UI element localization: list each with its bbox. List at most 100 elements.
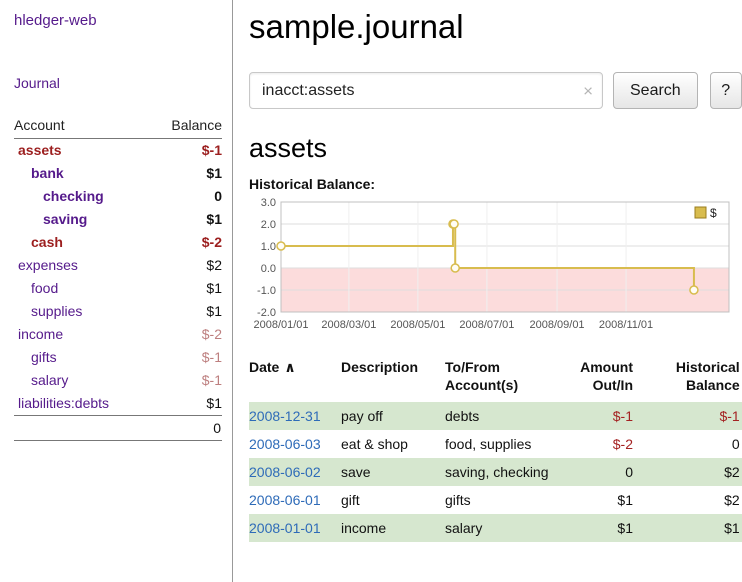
col-amount[interactable]: Amount Out/In [567,358,643,402]
svg-text:-2.0: -2.0 [257,307,276,319]
register-date-cell: 2008-06-03 [249,430,341,458]
account-balance: $-1 [202,369,222,392]
svg-text:-1.0: -1.0 [257,285,276,297]
svg-text:2008/03/01: 2008/03/01 [321,319,376,331]
register-description-cell: eat & shop [341,430,445,458]
app: hledger-web Journal Account Balance asse… [0,0,742,582]
account-heading: assets [249,133,742,164]
account-link[interactable]: supplies [14,300,82,323]
svg-text:2008/11/01: 2008/11/01 [599,319,653,331]
register-description-cell: gift [341,486,445,514]
svg-text:0.0: 0.0 [261,263,276,275]
col-date[interactable]: Date ∧ [249,358,341,402]
register-accounts-cell: saving, checking [445,458,567,486]
register-amount-cell: $1 [567,514,643,542]
search-button[interactable]: Search [613,72,698,109]
register-row: 2008-12-31pay offdebts$-1$-1 [249,402,742,430]
register-date-link[interactable]: 2008-06-02 [249,464,321,480]
register-amount-cell: $-1 [567,402,643,430]
chart-title: Historical Balance: [249,176,742,192]
col-description[interactable]: Description [341,358,445,402]
sidebar: hledger-web Journal Account Balance asse… [0,0,233,582]
svg-text:2008/05/01: 2008/05/01 [390,319,445,331]
account-balance: $1 [206,162,222,185]
register-balance-cell: $1 [643,514,742,542]
search-box: × [249,72,603,109]
register-row: 2008-01-01incomesalary$1$1 [249,514,742,542]
register-date-cell: 2008-06-01 [249,486,341,514]
svg-text:2008/09/01: 2008/09/01 [530,319,585,331]
register-body: 2008-12-31pay offdebts$-1$-12008-06-03ea… [249,402,742,542]
balance-chart: 3.02.01.00.0-1.0-2.02008/01/012008/03/01… [249,198,735,338]
account-row: gifts $-1 [14,346,222,369]
register-amount-cell: 0 [567,458,643,486]
svg-text:2.0: 2.0 [261,219,276,231]
account-balance: $2 [206,254,222,277]
svg-text:2008/01/01: 2008/01/01 [253,319,308,331]
account-link[interactable]: expenses [14,254,78,277]
register-date-link[interactable]: 2008-12-31 [249,408,321,424]
account-link[interactable]: saving [14,208,87,231]
register-date-link[interactable]: 2008-01-01 [249,520,321,536]
account-link[interactable]: liabilities:debts [14,392,109,415]
help-button[interactable]: ? [710,72,742,109]
account-link[interactable]: assets [14,139,62,162]
account-link[interactable]: bank [14,162,64,185]
search-input[interactable] [249,72,603,109]
register-header-row: Date ∧ Description To/From Account(s) Amo… [249,358,742,402]
register-balance-cell: $-1 [643,402,742,430]
account-row: expenses $2 [14,254,222,277]
search-row: × Search ? [249,72,742,109]
account-link[interactable]: cash [14,231,63,254]
register-description-cell: save [341,458,445,486]
register-balance-cell: $2 [643,458,742,486]
register-balance-cell: $2 [643,486,742,514]
register-description-cell: pay off [341,402,445,430]
svg-text:3.0: 3.0 [261,198,276,209]
accounts-header-account: Account [14,117,65,133]
account-row: bank $1 [14,162,222,185]
register-row: 2008-06-01 giftgifts$1$2 [249,486,742,514]
register-date-cell: 2008-01-01 [249,514,341,542]
account-link[interactable]: checking [14,185,104,208]
account-row: cash $-2 [14,231,222,254]
account-row: liabilities:debts $1 [14,392,222,415]
register-balance-cell: 0 [643,430,742,458]
col-date-label: Date [249,359,279,375]
register-accounts-cell: salary [445,514,567,542]
account-link[interactable]: income [14,323,63,346]
col-accounts[interactable]: To/From Account(s) [445,358,567,402]
account-row: food$1 [14,277,222,300]
register-date-cell: 2008-12-31 [249,402,341,430]
register-date-cell: 2008-06-02 [249,458,341,486]
account-balance: $-1 [202,346,222,369]
account-link[interactable]: gifts [14,346,57,369]
account-row: income$-2 [14,323,222,346]
app-title-link[interactable]: hledger-web [14,12,222,29]
account-balance: $-1 [202,139,222,162]
register-amount-cell: $1 [567,486,643,514]
account-balance: $1 [206,392,222,415]
accounts-header: Account Balance [14,117,222,139]
page-title: sample.journal [249,8,742,46]
col-balance[interactable]: Historical Balance [643,358,742,402]
register-row: 2008-06-02 savesaving, checking0$2 [249,458,742,486]
account-balance: 0 [214,185,222,208]
register-date-link[interactable]: 2008-06-01 [249,492,321,508]
account-row: saving$1 [14,208,222,231]
main-content: sample.journal × Search ? assets Histori… [233,0,742,582]
register-date-link[interactable]: 2008-06-03 [249,436,321,452]
nav-journal-link[interactable]: Journal [14,75,222,91]
sort-asc-icon: ∧ [284,359,295,375]
svg-text:$: $ [710,206,717,220]
svg-text:2008/07/01: 2008/07/01 [459,319,514,331]
clear-search-icon[interactable]: × [583,82,593,99]
register-accounts-cell: gifts [445,486,567,514]
register-accounts-cell: food, supplies [445,430,567,458]
account-link[interactable]: food [14,277,58,300]
account-link[interactable]: salary [14,369,68,392]
register-amount-cell: $-2 [567,430,643,458]
account-balance: $-2 [202,231,222,254]
account-balance: $1 [206,300,222,323]
register-table: Date ∧ Description To/From Account(s) Amo… [249,358,742,542]
